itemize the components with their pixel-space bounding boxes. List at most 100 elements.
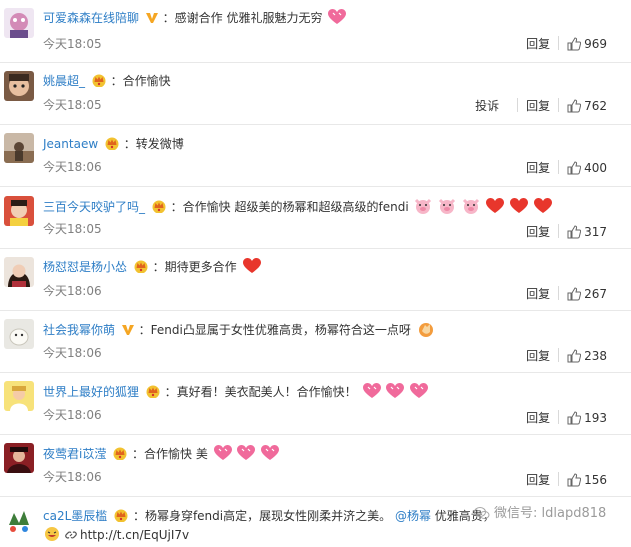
username-link[interactable]: 杨怼怼是杨小怂 xyxy=(43,260,127,274)
username-link[interactable]: 社会我幂你萌 xyxy=(43,323,115,337)
crown-badge-icon xyxy=(151,199,167,218)
divider xyxy=(0,310,631,311)
report-button[interactable]: 投诉 xyxy=(475,98,499,114)
crown-badge-icon xyxy=(145,384,161,403)
like-button[interactable]: 156 xyxy=(567,472,607,491)
avatar[interactable] xyxy=(4,505,34,535)
avatar[interactable] xyxy=(4,319,34,349)
comment-actions: 回复 969 xyxy=(526,36,607,55)
like-button[interactable]: 267 xyxy=(567,286,607,305)
avatar[interactable] xyxy=(4,8,34,38)
comment-line: 社会我幂你萌 ：Fendi凸显属于女性优雅高贵，杨幂符合这一点呀 xyxy=(43,321,435,342)
username-link[interactable]: ca2L墨辰槛 xyxy=(43,509,107,523)
comment-actions: 回复 156 xyxy=(526,472,607,491)
divider xyxy=(558,224,560,238)
username-link[interactable]: 姚晨超_ xyxy=(43,74,85,88)
comment-line: 可爱森森在线陪聊 ：感谢合作 优雅礼服魅力无穷 xyxy=(43,9,347,30)
avatar[interactable] xyxy=(4,257,34,287)
like-count: 400 xyxy=(584,161,607,175)
like-count: 238 xyxy=(584,349,607,363)
thumbs-up-icon xyxy=(567,287,582,305)
heart-pink-emoji-icon xyxy=(237,445,256,466)
crown-badge-icon xyxy=(112,446,128,465)
like-button[interactable]: 762 xyxy=(567,98,607,117)
short-url-link[interactable]: http://t.cn/EqUjI7v xyxy=(80,528,189,542)
avatar[interactable] xyxy=(4,71,34,101)
comment-item: 姚晨超_ ：合作愉快 今天18:05 投诉 回复 762 xyxy=(0,62,631,124)
comment-text: ：期待更多合作 xyxy=(152,260,237,274)
crown-badge-icon xyxy=(113,508,129,527)
reply-button[interactable]: 回复 xyxy=(526,98,550,114)
heart-red-emoji-icon xyxy=(533,198,552,219)
comment-time: 今天18:05 xyxy=(43,98,102,112)
thumbs-up-icon xyxy=(567,225,582,243)
like-count: 193 xyxy=(584,411,607,425)
comment-text: ：感谢合作 优雅礼服魅力无穷 xyxy=(162,11,323,25)
avatar[interactable] xyxy=(4,133,34,163)
username-link[interactable]: 世界上最好的狐狸 xyxy=(43,385,139,399)
divider xyxy=(558,348,560,362)
avatar[interactable] xyxy=(4,443,34,473)
divider xyxy=(0,124,631,125)
mention-link[interactable]: @杨幂 xyxy=(395,509,431,523)
heart-pink-emoji-icon xyxy=(410,383,429,404)
comment-item: 社会我幂你萌 ：Fendi凸显属于女性优雅高贵，杨幂符合这一点呀 今天18:06… xyxy=(0,310,631,372)
like-count: 969 xyxy=(584,37,607,51)
comment-time: 今天18:06 xyxy=(43,346,102,360)
comment-text: ：转发微博 xyxy=(123,137,184,151)
comment-item: 可爱森森在线陪聊 ：感谢合作 优雅礼服魅力无穷 今天18:05 回复 969 xyxy=(0,0,631,62)
comment-item: 夜莺君i苡滢 ：合作愉快 美 今天18:06 回复 156 xyxy=(0,434,631,496)
like-button[interactable]: 400 xyxy=(567,160,607,179)
username-link[interactable]: 夜莺君i苡滢 xyxy=(43,447,106,461)
like-button[interactable]: 193 xyxy=(567,410,607,429)
divider xyxy=(0,62,631,63)
heart-red-emoji-icon xyxy=(485,198,504,219)
like-button[interactable]: 238 xyxy=(567,348,607,367)
comment-text: ：Fendi凸显属于女性优雅高贵，杨幂符合这一点呀 xyxy=(138,323,411,337)
divider xyxy=(558,410,560,424)
heart-red-emoji-icon xyxy=(509,198,528,219)
comment-item: 三百今天咬驴了吗_ ：合作愉快 超级美的杨幂和超级高级的fendi 今天18:0… xyxy=(0,186,631,248)
heart-red-emoji-icon xyxy=(242,258,261,279)
heart-pink-emoji-icon xyxy=(328,9,347,30)
comment-time: 今天18:06 xyxy=(43,470,102,484)
username-link[interactable]: 可爱森森在线陪聊 xyxy=(43,11,139,25)
thumbs-up-icon xyxy=(567,37,582,55)
divider xyxy=(0,372,631,373)
reply-button[interactable]: 回复 xyxy=(526,224,550,240)
comment-actions: 回复 267 xyxy=(526,286,607,305)
comment-actions: 回复 193 xyxy=(526,410,607,429)
reply-button[interactable]: 回复 xyxy=(526,286,550,302)
thumbs-up-icon xyxy=(567,161,582,179)
comment-text: ：杨幂身穿fendi高定，展现女性刚柔并济之美。 xyxy=(132,509,392,523)
comment-line: 夜莺君i苡滢 ：合作愉快 美 xyxy=(43,445,280,466)
comment-line: Jeantaew ：转发微博 xyxy=(43,135,184,155)
reply-button[interactable]: 回复 xyxy=(526,36,550,52)
reply-button[interactable]: 回复 xyxy=(526,410,550,426)
pig-emoji-icon xyxy=(414,198,432,219)
divider xyxy=(558,36,560,50)
thumbs-up-icon xyxy=(567,411,582,429)
comment-line: 世界上最好的狐狸 ：真好看！美衣配美人！合作愉快！ xyxy=(43,383,429,404)
comment-line: 杨怼怼是杨小怂 ：期待更多合作 xyxy=(43,258,261,279)
comment-time: 今天18:05 xyxy=(43,222,102,236)
reply-button[interactable]: 回复 xyxy=(526,160,550,176)
divider xyxy=(558,98,560,112)
like-button[interactable]: 969 xyxy=(567,36,607,55)
avatar[interactable] xyxy=(4,381,34,411)
crown-badge-icon xyxy=(133,259,149,278)
comment-item: 世界上最好的狐狸 ：真好看！美衣配美人！合作愉快！ 今天18:06 回复 193 xyxy=(0,372,631,434)
comment-time: 今天18:06 xyxy=(43,160,102,174)
username-link[interactable]: 三百今天咬驴了吗_ xyxy=(43,200,145,214)
comment-item: 杨怼怼是杨小怂 ：期待更多合作 今天18:06 回复 267 xyxy=(0,248,631,310)
reply-button[interactable]: 回复 xyxy=(526,348,550,364)
like-button[interactable]: 317 xyxy=(567,224,607,243)
divider xyxy=(0,434,631,435)
reply-button[interactable]: 回复 xyxy=(526,472,550,488)
comment-text: ：真好看！美衣配美人！合作愉快！ xyxy=(164,385,357,399)
like-count: 317 xyxy=(584,225,607,239)
comment-text: ：合作愉快 超级美的杨幂和超级高级的fendi xyxy=(170,200,409,214)
avatar[interactable] xyxy=(4,196,34,226)
username-link[interactable]: Jeantaew xyxy=(43,137,98,151)
like-count: 156 xyxy=(584,473,607,487)
